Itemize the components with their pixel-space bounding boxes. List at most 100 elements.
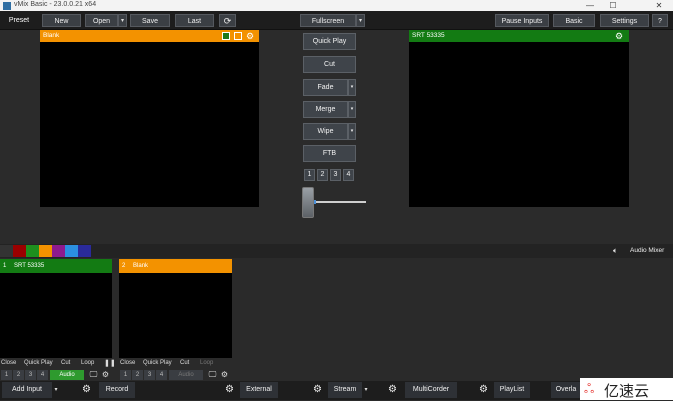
refresh-icon[interactable]: ⟳ — [219, 14, 236, 27]
input-2-close[interactable]: Close — [120, 360, 135, 366]
fade-dropdown[interactable]: ▾ — [348, 79, 356, 96]
pause-icon[interactable]: ❚❚ — [104, 359, 116, 367]
add-input-button[interactable]: Add Input — [2, 382, 52, 398]
swatch-orange[interactable] — [39, 245, 52, 257]
preview-title: Blank — [43, 32, 60, 39]
help-button[interactable]: ? — [652, 14, 668, 27]
input-1-num1[interactable]: 1 — [1, 370, 12, 380]
window-title: vMix Basic - 23.0.0.21 x64 — [14, 1, 97, 8]
new-button[interactable]: New — [42, 14, 81, 27]
input-2-quickplay[interactable]: Quick Play — [143, 360, 172, 366]
cut-button[interactable]: Cut — [303, 56, 356, 73]
open-dropdown[interactable]: ▾ — [118, 14, 127, 27]
input-1-loop[interactable]: Loop — [81, 360, 94, 366]
preview-screen — [40, 42, 259, 207]
window-icon[interactable] — [234, 32, 242, 40]
external-button[interactable]: External — [240, 382, 278, 398]
vmix-logo-icon — [3, 2, 11, 10]
input-1-quickplay[interactable]: Quick Play — [24, 360, 53, 366]
monitor-icon[interactable]: 🖵︎ — [88, 370, 99, 380]
add-input-dropdown[interactable]: ▾ — [52, 382, 60, 398]
green-square-icon[interactable] — [222, 32, 230, 40]
input-2-num3[interactable]: 3 — [144, 370, 155, 380]
pause-inputs-button[interactable]: Pause Inputs — [495, 14, 549, 27]
wipe-button[interactable]: Wipe — [303, 123, 348, 140]
output-title: SRT 53335 — [412, 32, 445, 39]
save-button[interactable]: Save — [130, 14, 170, 27]
quick-play-button[interactable]: Quick Play — [303, 33, 356, 50]
fullscreen-dropdown[interactable]: ▾ — [356, 14, 365, 27]
output-header: SRT 53335 — [409, 30, 629, 42]
fullscreen-button[interactable]: Fullscreen — [300, 14, 356, 27]
gear-icon[interactable]: ⚙ — [246, 30, 256, 42]
input-2-num2[interactable]: 2 — [132, 370, 143, 380]
output-screen — [409, 42, 629, 207]
watermark: ஃ 亿速云 — [580, 378, 673, 400]
input-2-loop[interactable]: Loop — [200, 360, 213, 366]
output-gear-icon[interactable]: ⚙ — [615, 30, 625, 42]
input-2-thumbnail[interactable] — [119, 273, 232, 358]
watermark-logo-icon: ஃ — [584, 381, 595, 396]
watermark-text: 亿速云 — [604, 382, 650, 400]
merge-button[interactable]: Merge — [303, 101, 348, 118]
stream-button[interactable]: Stream — [328, 382, 362, 398]
input-2-num4[interactable]: 4 — [156, 370, 167, 380]
minimize-button[interactable]: — — [581, 0, 599, 11]
swatch-purple[interactable] — [52, 245, 65, 257]
multicorder-gear-icon[interactable]: ⚙ — [386, 382, 399, 398]
basic-button[interactable]: Basic — [553, 14, 595, 27]
merge-dropdown[interactable]: ▾ — [348, 101, 356, 118]
record-button[interactable]: Record — [99, 382, 135, 398]
audio-mixer-button[interactable]: Audio Mixer — [630, 247, 664, 254]
wipe-dropdown[interactable]: ▾ — [348, 123, 356, 140]
input-2-gear-icon[interactable]: ⚙ — [219, 370, 230, 380]
input-1-cut[interactable]: Cut — [61, 360, 70, 366]
close-window-button[interactable]: ✕ — [650, 0, 668, 11]
input-1-close[interactable]: Close — [1, 360, 16, 366]
input-2-number: 2 — [122, 263, 126, 269]
swatch-none[interactable] — [0, 245, 13, 257]
input-1-gear-icon[interactable]: ⚙ — [100, 370, 111, 380]
overlay-button[interactable]: Overla — [551, 382, 581, 398]
multicorder-button[interactable]: MultiCorder — [405, 382, 457, 398]
input-1-thumbnail[interactable] — [0, 273, 112, 358]
playlist-gear-icon[interactable]: ⚙ — [477, 382, 490, 398]
settings-button[interactable]: Settings — [600, 14, 649, 27]
open-button[interactable]: Open — [85, 14, 118, 27]
color-strip-bar — [0, 244, 673, 258]
transition-3-button[interactable]: 3 — [330, 169, 341, 181]
external-gear-icon[interactable]: ⚙ — [223, 382, 236, 398]
input-2-monitor-icon[interactable]: 🖵︎ — [207, 370, 218, 380]
input-2-header[interactable]: 2 Blank — [119, 259, 232, 273]
stream-dropdown[interactable]: ▾ — [362, 382, 370, 398]
maximize-button[interactable]: ☐ — [604, 0, 622, 11]
input-1-num3[interactable]: 3 — [25, 370, 36, 380]
input-1-name: SRT 53335 — [14, 263, 45, 269]
stream-gear-icon[interactable]: ⚙ — [311, 382, 324, 398]
last-button[interactable]: Last — [175, 14, 214, 27]
input-2-audio-button[interactable]: Audio — [169, 370, 203, 380]
playlist-button[interactable]: PlayList — [494, 382, 530, 398]
transition-1-button[interactable]: 1 — [304, 169, 315, 181]
input-2-num1[interactable]: 1 — [120, 370, 131, 380]
input-1-audio-button[interactable]: Audio — [50, 370, 84, 380]
speaker-icon: 🔈︎ — [613, 246, 618, 255]
swatch-navy[interactable] — [78, 245, 91, 257]
ftb-button[interactable]: FTB — [303, 145, 356, 162]
swatch-green[interactable] — [26, 245, 39, 257]
tbar-handle[interactable] — [302, 187, 314, 218]
input-1-header[interactable]: 1 SRT 53335 — [0, 259, 112, 273]
preset-menu[interactable]: Preset — [3, 14, 35, 27]
input-1-num2[interactable]: 2 — [13, 370, 24, 380]
transition-2-button[interactable]: 2 — [317, 169, 328, 181]
transition-4-button[interactable]: 4 — [343, 169, 354, 181]
swatch-red[interactable] — [13, 245, 26, 257]
input-1-num4[interactable]: 4 — [37, 370, 48, 380]
swatch-blue[interactable] — [65, 245, 78, 257]
record-gear-icon[interactable]: ⚙ — [80, 382, 93, 398]
fade-button[interactable]: Fade — [303, 79, 348, 96]
input-2-cut[interactable]: Cut — [180, 360, 189, 366]
title-bar: vMix Basic - 23.0.0.21 x64 — ☐ ✕ — [0, 0, 673, 11]
input-2-name: Blank — [133, 263, 149, 269]
input-1-number: 1 — [3, 263, 7, 269]
